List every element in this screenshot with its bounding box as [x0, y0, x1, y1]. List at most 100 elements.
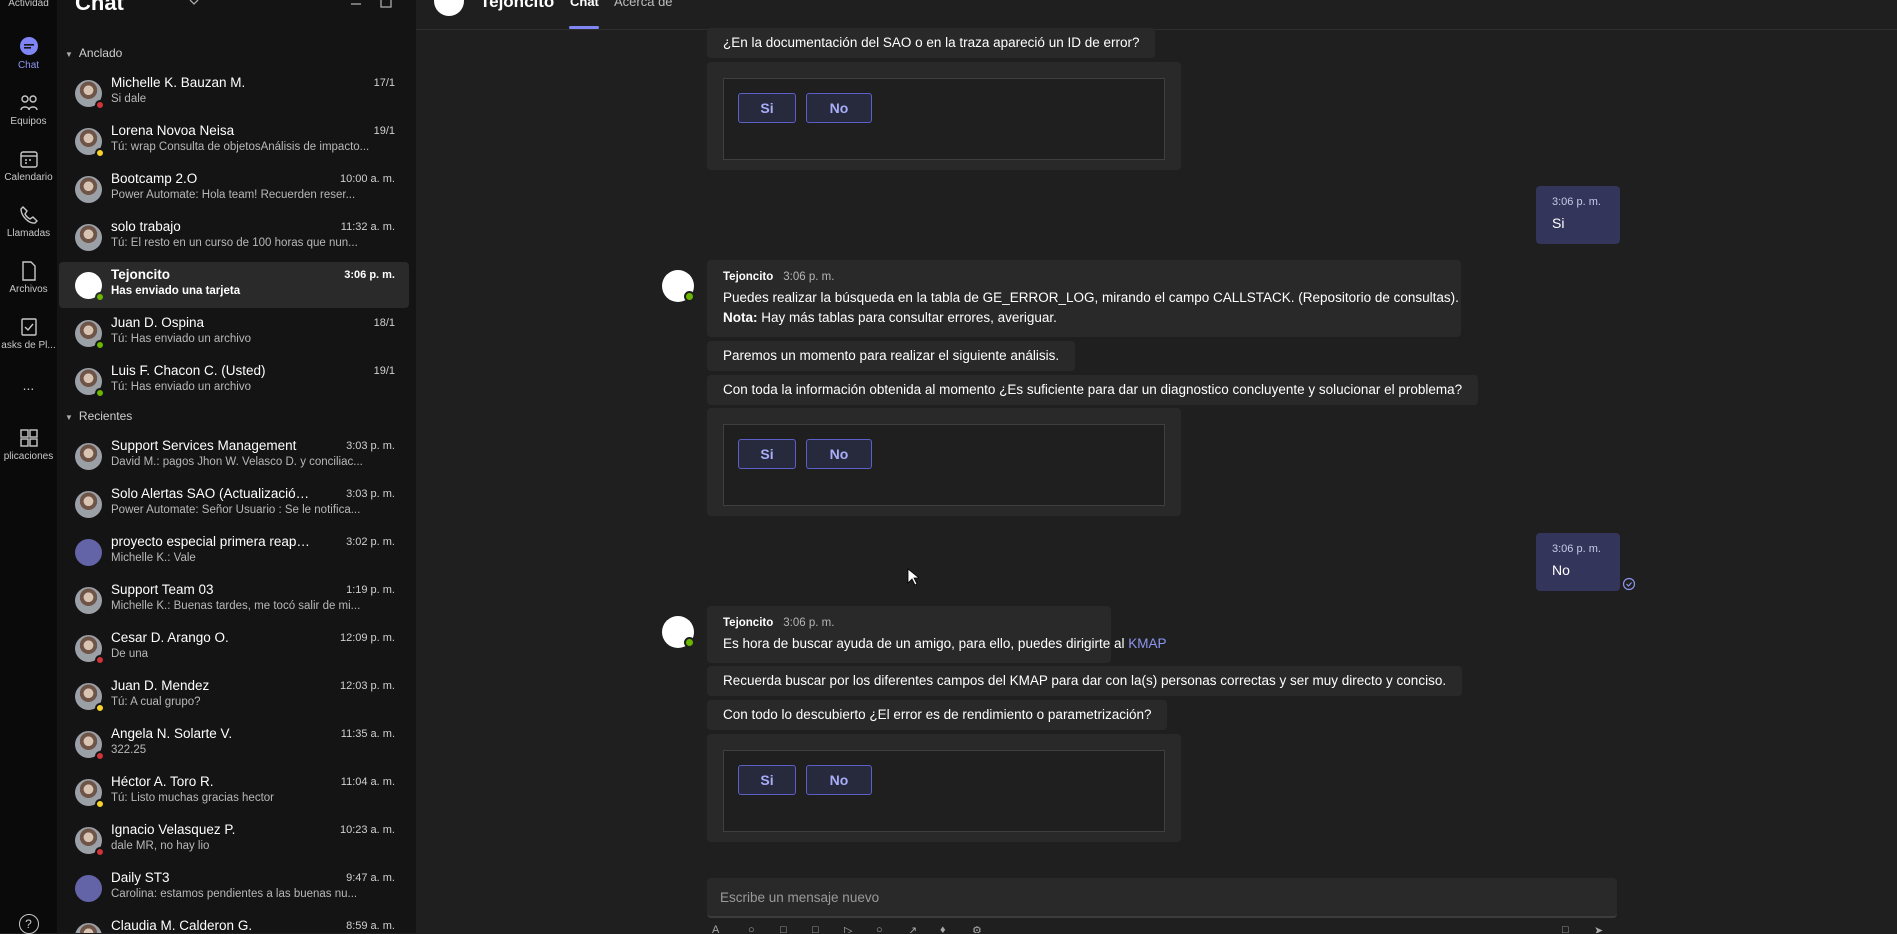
- bot-message: Tejoncito 3:06 p. m. Es hora de buscar ay…: [707, 606, 1167, 663]
- rail-calendar[interactable]: Calendario: [0, 148, 57, 183]
- attach-icon[interactable]: ○: [748, 924, 764, 933]
- rail-chat[interactable]: Chat: [0, 36, 57, 71]
- chat-item[interactable]: Juan D. Mendez 12:03 p. m. Tú: A cual gr…: [59, 673, 409, 719]
- chat-preview: Tú: A cual grupo?: [111, 696, 201, 708]
- sent-message: 3:06 p. m. No: [1536, 533, 1620, 591]
- chat-item[interactable]: Lorena Novoa Neisa 19/1 Tú: wrap Consult…: [59, 118, 409, 164]
- chat-list-pane: Chat ▼ Anclado Michelle K. Bauzan M. 17/1…: [57, 0, 416, 933]
- chat-time: 9:47 a. m.: [346, 872, 395, 884]
- no-button[interactable]: No: [806, 439, 872, 469]
- chat-name: Angela N. Solarte V.: [111, 726, 233, 741]
- rail-label: Archivos: [9, 284, 48, 295]
- chat-item[interactable]: Bootcamp 2.O 10:00 a. m. Power Automate:…: [59, 166, 409, 212]
- chat-item[interactable]: Juan D. Ospina 18/1 Tú: Has enviado un a…: [59, 310, 409, 356]
- chat-item[interactable]: Angela N. Solarte V. 11:35 a. m. 322.25: [59, 721, 409, 767]
- rail-files[interactable]: Archivos: [0, 260, 57, 295]
- chat-item[interactable]: Michelle K. Bauzan M. 17/1 Si dale: [59, 70, 409, 116]
- chat-item[interactable]: Luis F. Chacon C. (Usted) 19/1 Tú: Has e…: [59, 358, 409, 404]
- chat-time: 10:00 a. m.: [339, 173, 395, 185]
- card-body: Si No: [723, 750, 1165, 832]
- chat-name: Juan D. Ospina: [111, 315, 205, 330]
- sticker-icon[interactable]: ▷: [844, 924, 860, 933]
- chat-item[interactable]: solo trabajo 11:32 a. m. Tú: El resto en…: [59, 214, 409, 260]
- chevron-down-icon[interactable]: [187, 0, 201, 12]
- chat-preview: Tú: El resto en un curso de 100 horas qu…: [111, 237, 358, 249]
- kmap-link[interactable]: KMAP: [1128, 636, 1166, 651]
- presence-away-icon: [95, 148, 105, 158]
- rail-label: Equipos: [10, 116, 47, 127]
- chat-item[interactable]: Support Team 03 1:19 p. m. Michelle K.: …: [59, 577, 409, 623]
- rail-tasks[interactable]: asks de Pl...: [0, 316, 57, 351]
- no-button[interactable]: No: [806, 765, 872, 795]
- chat-name: Claudia M. Calderon G.: [111, 918, 253, 933]
- presence-available-icon: [684, 291, 695, 302]
- section-pinned-label: Anclado: [78, 46, 123, 60]
- help-icon: ?: [18, 914, 39, 934]
- apps-icon[interactable]: ⚙: [972, 924, 988, 933]
- no-button[interactable]: No: [806, 93, 872, 123]
- rail-more[interactable]: ...: [0, 377, 57, 393]
- send-icon[interactable]: ➤: [1594, 924, 1610, 933]
- mouse-cursor-icon: [907, 568, 919, 586]
- yes-button[interactable]: Si: [738, 765, 796, 795]
- section-recent[interactable]: ▼ Recientes: [65, 409, 132, 423]
- gif-icon[interactable]: □: [812, 924, 828, 933]
- chat-item[interactable]: Ignacio Velasquez P. 10:23 a. m. dale MR…: [59, 817, 409, 863]
- message-composer[interactable]: Escribe un mensaje nuevo: [707, 878, 1617, 918]
- rail-teams[interactable]: Equipos: [0, 92, 57, 127]
- schedule-icon[interactable]: ↗: [908, 924, 924, 933]
- chat-item-selected[interactable]: Tejoncito 3:06 p. m. Has enviado una tar…: [59, 262, 409, 308]
- teams-icon: [19, 95, 38, 111]
- yes-button[interactable]: Si: [738, 93, 796, 123]
- chat-preview: Michelle K.: Buenas tardes, me tocó sali…: [111, 600, 361, 612]
- filter-icon[interactable]: [349, 0, 363, 12]
- tab-about[interactable]: Acerca de: [614, 0, 673, 9]
- chat-list-title: Chat: [75, 0, 124, 15]
- chat-name: Tejoncito: [111, 267, 170, 282]
- chat-item[interactable]: Daily ST3 9:47 a. m. Carolina: estamos p…: [59, 865, 409, 911]
- yes-button[interactable]: Si: [738, 439, 796, 469]
- chat-item[interactable]: proyecto especial primera reapuesta 3:02…: [59, 529, 409, 575]
- emoji-icon[interactable]: □: [780, 924, 796, 933]
- video-icon[interactable]: □: [1562, 924, 1578, 933]
- meet-icon[interactable]: ○: [876, 924, 892, 933]
- chat-time: 3:03 p. m.: [346, 440, 395, 452]
- chat-name: Cesar D. Arango O.: [111, 630, 229, 645]
- apps-icon: [19, 429, 38, 447]
- section-pinned[interactable]: ▼ Anclado: [65, 46, 122, 60]
- adaptive-card: Si No: [707, 62, 1181, 170]
- chat-time: 19/1: [373, 125, 395, 137]
- avatar: [75, 176, 102, 203]
- new-chat-icon[interactable]: [379, 0, 393, 12]
- rail-activity[interactable]: Actividad: [0, 0, 57, 9]
- rail-label: Calendario: [4, 172, 53, 183]
- tab-chat[interactable]: Chat: [570, 0, 599, 9]
- chat-preview: Si dale: [111, 93, 147, 105]
- praise-icon[interactable]: ♦: [940, 924, 956, 933]
- chat-item[interactable]: Support Services Management 3:03 p. m. D…: [59, 433, 409, 479]
- card-body: Si No: [723, 424, 1165, 506]
- message-sender: Tejoncito 3:06 p. m.: [723, 271, 835, 283]
- chat-item[interactable]: Claudia M. Calderon G. 8:59 a. m.: [59, 913, 409, 933]
- rail-calls[interactable]: Llamadas: [0, 204, 57, 239]
- rail-help[interactable]: ?: [0, 914, 57, 934]
- chat-preview: dale MR, no hay lio: [111, 840, 210, 852]
- tab-active-indicator: [569, 26, 599, 29]
- more-icon: ...: [22, 377, 35, 393]
- avatar: [75, 224, 102, 251]
- message-text: Si: [1552, 215, 1565, 231]
- chat-preview: Tú: Has enviado un archivo: [111, 381, 251, 393]
- chat-preview: David M.: pagos Jhon W. Velasco D. y con…: [111, 456, 363, 468]
- chat-item[interactable]: Héctor A. Toro R. 11:04 a. m. Tú: Listo …: [59, 769, 409, 815]
- rail-apps[interactable]: plicaciones: [0, 427, 57, 462]
- format-icon[interactable]: A: [712, 924, 728, 933]
- message-text: No: [1552, 562, 1570, 578]
- composer-toolbar: A ○ □ □ ▷ ○ ↗ ♦ ⚙ □ ➤: [712, 924, 1612, 933]
- chat-time: 8:59 a. m.: [346, 920, 395, 932]
- bot-message: Paremos un momento para realizar el sigu…: [707, 341, 1076, 371]
- message-time: 3:06 p. m.: [1552, 543, 1601, 555]
- bot-message: Recuerda buscar por los diferentes campo…: [707, 666, 1463, 696]
- chat-item[interactable]: Solo Alertas SAO (Actualización Es... 3:…: [59, 481, 409, 527]
- caret-down-icon: ▼: [65, 413, 73, 422]
- chat-item[interactable]: Cesar D. Arango O. 12:09 p. m. De una: [59, 625, 409, 671]
